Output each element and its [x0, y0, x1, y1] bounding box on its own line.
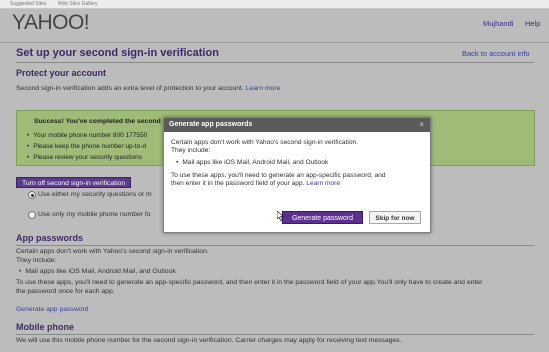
bookmark-suggested-sites[interactable]: Suggested Sites [10, 1, 46, 7]
protect-heading: Protect your account [16, 68, 107, 78]
dialog-title: Generate app passwords [169, 121, 253, 128]
header-divider [0, 42, 549, 43]
dialog-line4: then enter it in the password field of y… [171, 180, 386, 188]
mobile-phone-heading: Mobile phone [16, 322, 74, 332]
option1-label: Use either my security questions or m [38, 191, 152, 198]
app-passwords-heading: App passwords [16, 233, 84, 243]
turn-off-verification-button[interactable]: Turn off second sign-in verification [16, 177, 132, 188]
mobile-phone-divider [16, 334, 534, 335]
dialog-line2: They include: [171, 147, 211, 154]
success-item: Your mobile phone number 800 177550 [27, 130, 147, 141]
option2-radio[interactable] [28, 211, 36, 219]
dialog-learn-more-link[interactable]: Learn more [306, 180, 340, 187]
close-icon[interactable]: × [419, 120, 424, 130]
page-title: Set up your second sign-in verification [16, 47, 219, 59]
generate-app-passwords-dialog: Generate app passwords × Certain apps do… [163, 117, 431, 233]
success-list: Your mobile phone number 800 177550 Plea… [27, 130, 147, 163]
yahoo-logo[interactable]: YAHOO! [12, 11, 90, 35]
user-name-link[interactable]: Mujhandi [483, 19, 513, 28]
app-passwords-line1: Certain apps don't work with Yahoo's sec… [16, 248, 209, 255]
bookmark-web-slice-gallery[interactable]: Web Slice Gallery [58, 1, 98, 7]
option1-radio[interactable] [28, 191, 36, 199]
app-passwords-divider [16, 245, 534, 246]
generate-app-password-link[interactable]: Generate app password [16, 306, 89, 313]
protect-description: Second sign-in verification adds an extr… [16, 85, 244, 92]
skip-for-now-button[interactable]: Skip for now [369, 211, 421, 224]
mobile-phone-text: We will use this mobile phone number for… [16, 337, 402, 344]
title-divider [16, 62, 534, 63]
back-to-account-link[interactable]: Back to account info [462, 49, 530, 58]
protect-text: Second sign-in verification adds an extr… [16, 85, 280, 92]
dialog-body: Certain apps don't work with Yahoo's sec… [171, 139, 386, 188]
generate-password-button[interactable]: Generate password [282, 211, 363, 224]
dialog-bullet: Mail apps like iOS Mail, Android Mail, a… [176, 159, 386, 167]
protect-learn-more-link[interactable]: Learn more [246, 85, 281, 92]
dialog-header: Generate app passwords × [164, 118, 430, 132]
dialog-line3: To use these apps, you'll need to genera… [171, 172, 386, 179]
app-passwords-line2: They include: [16, 257, 57, 264]
dialog-line1: Certain apps don't work with Yahoo's sec… [171, 139, 358, 146]
app-passwords-line3: To use these apps, you'll need to genera… [16, 279, 483, 286]
app-passwords-line4: the password once for each app. [16, 288, 115, 295]
favorites-bar: Suggested Sites Web Slice Gallery [0, 0, 549, 9]
mouse-cursor-icon [277, 211, 285, 221]
dialog-line4-text: then enter it in the password field of y… [171, 180, 305, 187]
option2-label: Use only my mobile phone number fo [38, 211, 151, 218]
success-item: Please keep the phone number up-to-d [27, 141, 147, 152]
success-item: Please review your security questions [27, 152, 147, 163]
dialog-list: Mail apps like iOS Mail, Android Mail, a… [176, 159, 386, 167]
help-link[interactable]: Help [525, 19, 540, 28]
app-passwords-list: Mail apps like iOS Mail, Android Mail, a… [19, 268, 175, 275]
app-passwords-bullet: Mail apps like iOS Mail, Android Mail, a… [19, 268, 175, 275]
